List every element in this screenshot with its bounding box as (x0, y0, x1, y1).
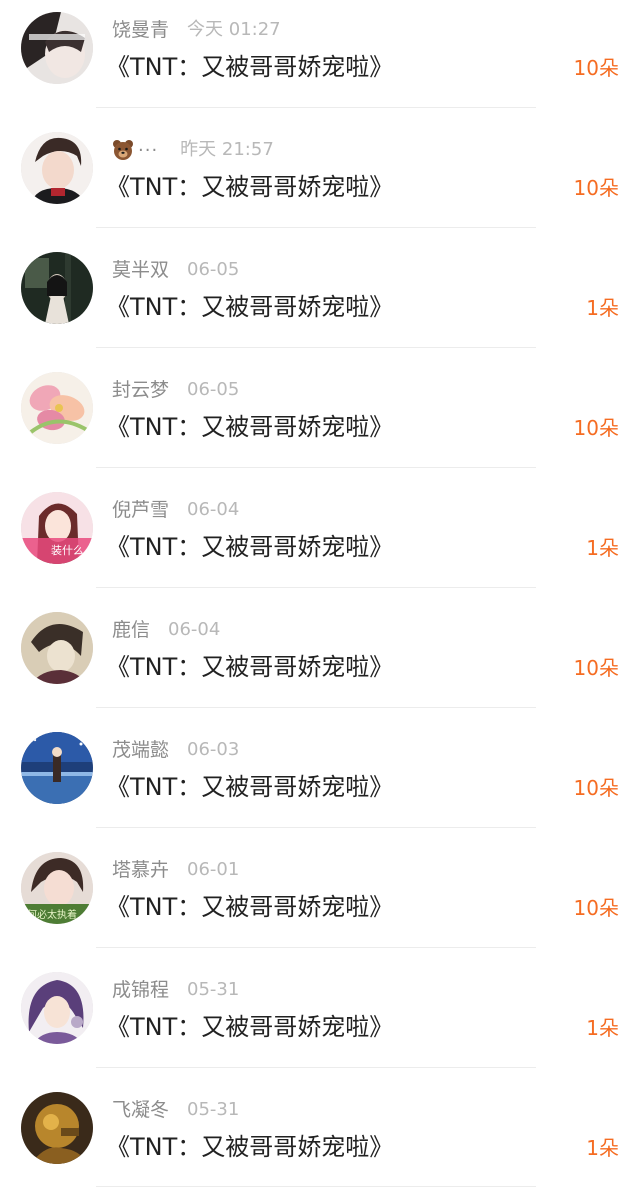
avatar-photo-girl-dark (21, 12, 93, 84)
bear-emoji-icon (113, 140, 133, 160)
user-name[interactable]: 封云梦 (112, 377, 169, 403)
name-ellipsis: ··· (138, 139, 159, 161)
user-avatar[interactable] (21, 252, 93, 324)
user-avatar[interactable] (21, 972, 93, 1044)
list-item[interactable]: 成锦程 05-31 《TNT：又被哥哥娇宠啦》 1朵 (0, 960, 640, 1080)
row-meta: 鹿信 06-04 (112, 617, 220, 643)
avatar-photo-girl-green: 何必太执着 (21, 852, 93, 924)
gift-record-list: 饶曼青 今天 01:27 《TNT：又被哥哥娇宠啦》 10朵 ··· 昨天 21… (0, 0, 640, 1187)
user-avatar[interactable] (21, 612, 93, 684)
list-item[interactable]: 鹿信 06-04 《TNT：又被哥哥娇宠啦》 10朵 (0, 600, 640, 720)
gift-count: 1朵 (586, 536, 619, 560)
gift-count: 10朵 (573, 896, 619, 920)
timestamp: 昨天 21:57 (180, 139, 274, 160)
avatar-flowers (21, 372, 93, 444)
timestamp: 05-31 (187, 979, 240, 1000)
list-item[interactable]: 装什么 倪芦雪 06-04 《TNT：又被哥哥娇宠啦》 1朵 (0, 480, 640, 600)
gift-count: 1朵 (586, 1016, 619, 1040)
book-title[interactable]: 《TNT：又被哥哥娇宠啦》 (106, 290, 393, 324)
list-item[interactable]: 封云梦 06-05 《TNT：又被哥哥娇宠啦》 10朵 (0, 360, 640, 480)
divider (96, 1186, 536, 1187)
divider (96, 947, 536, 948)
divider (96, 107, 536, 108)
book-title[interactable]: 《TNT：又被哥哥娇宠啦》 (106, 410, 393, 444)
divider (96, 707, 536, 708)
timestamp: 06-04 (168, 619, 221, 640)
book-title[interactable]: 《TNT：又被哥哥娇宠啦》 (106, 170, 393, 204)
list-item[interactable]: ··· 昨天 21:57 《TNT：又被哥哥娇宠啦》 10朵 (0, 120, 640, 240)
gift-count: 10朵 (573, 56, 619, 80)
avatar-anime-purple-hair (21, 972, 93, 1044)
row-meta: 塔慕卉 06-01 (112, 857, 239, 883)
user-name[interactable]: 莫半双 (112, 257, 169, 283)
user-avatar[interactable] (21, 12, 93, 84)
avatar-anime-boy-sepia (21, 612, 93, 684)
divider (96, 1067, 536, 1068)
book-title[interactable]: 《TNT：又被哥哥娇宠啦》 (106, 890, 393, 924)
gift-count: 10朵 (573, 176, 619, 200)
avatar-caption: 何必太执着 (27, 908, 77, 921)
row-meta: 饶曼青 今天 01:27 (112, 17, 281, 43)
timestamp: 今天 01:27 (187, 19, 281, 40)
gift-count: 10朵 (573, 416, 619, 440)
gift-count: 10朵 (573, 656, 619, 680)
user-name[interactable]: 茂端懿 (112, 737, 169, 763)
gift-count: 1朵 (586, 1136, 619, 1160)
row-meta: 封云梦 06-05 (112, 377, 239, 403)
book-title[interactable]: 《TNT：又被哥哥娇宠啦》 (106, 50, 393, 84)
timestamp: 06-03 (187, 739, 240, 760)
divider (96, 587, 536, 588)
list-item[interactable]: 茂端懿 06-03 《TNT：又被哥哥娇宠啦》 10朵 (0, 720, 640, 840)
user-avatar[interactable] (21, 132, 93, 204)
avatar-anime-night-sky (21, 732, 93, 804)
timestamp: 06-05 (187, 259, 240, 280)
book-title[interactable]: 《TNT：又被哥哥娇宠啦》 (106, 650, 393, 684)
row-meta: 莫半双 06-05 (112, 257, 239, 283)
gift-count: 1朵 (586, 296, 619, 320)
list-item[interactable]: 飞凝冬 05-31 《TNT：又被哥哥娇宠啦》 1朵 (0, 1080, 640, 1200)
timestamp: 05-31 (187, 1099, 240, 1120)
avatar-photo-dark-scene (21, 252, 93, 324)
user-name[interactable]: 塔慕卉 (112, 857, 169, 883)
timestamp: 06-01 (187, 859, 240, 880)
avatar-game-character-gold (21, 1092, 93, 1164)
row-meta: 飞凝冬 05-31 (112, 1097, 239, 1123)
user-name[interactable]: 饶曼青 (112, 17, 169, 43)
timestamp: 06-05 (187, 379, 240, 400)
user-name[interactable]: 鹿信 (112, 617, 150, 643)
avatar-caption: 装什么 (51, 544, 84, 557)
list-item[interactable]: 饶曼青 今天 01:27 《TNT：又被哥哥娇宠啦》 10朵 (0, 0, 640, 120)
avatar-anime-girl-pink: 装什么 (21, 492, 93, 564)
user-avatar[interactable] (21, 1092, 93, 1164)
user-name[interactable]: 倪芦雪 (112, 497, 169, 523)
divider (96, 347, 536, 348)
divider (96, 227, 536, 228)
list-item[interactable]: 莫半双 06-05 《TNT：又被哥哥娇宠啦》 1朵 (0, 240, 640, 360)
divider (96, 827, 536, 828)
gift-count: 10朵 (573, 776, 619, 800)
avatar-photo-boy (21, 132, 93, 204)
user-name[interactable]: 成锦程 (112, 977, 169, 1003)
list-item[interactable]: 何必太执着 塔慕卉 06-01 《TNT：又被哥哥娇宠啦》 10朵 (0, 840, 640, 960)
row-meta: 茂端懿 06-03 (112, 737, 239, 763)
divider (96, 467, 536, 468)
book-title[interactable]: 《TNT：又被哥哥娇宠啦》 (106, 1010, 393, 1044)
user-avatar[interactable]: 装什么 (21, 492, 93, 564)
book-title[interactable]: 《TNT：又被哥哥娇宠啦》 (106, 1130, 393, 1164)
timestamp: 06-04 (187, 499, 240, 520)
book-title[interactable]: 《TNT：又被哥哥娇宠啦》 (106, 770, 393, 804)
user-avatar[interactable] (21, 372, 93, 444)
book-title[interactable]: 《TNT：又被哥哥娇宠啦》 (106, 530, 393, 564)
user-avatar[interactable]: 何必太执着 (21, 852, 93, 924)
user-name[interactable]: 飞凝冬 (112, 1097, 169, 1123)
row-meta: 成锦程 05-31 (112, 977, 239, 1003)
row-meta: 倪芦雪 06-04 (112, 497, 239, 523)
user-avatar[interactable] (21, 732, 93, 804)
row-meta: ··· 昨天 21:57 (112, 137, 274, 163)
